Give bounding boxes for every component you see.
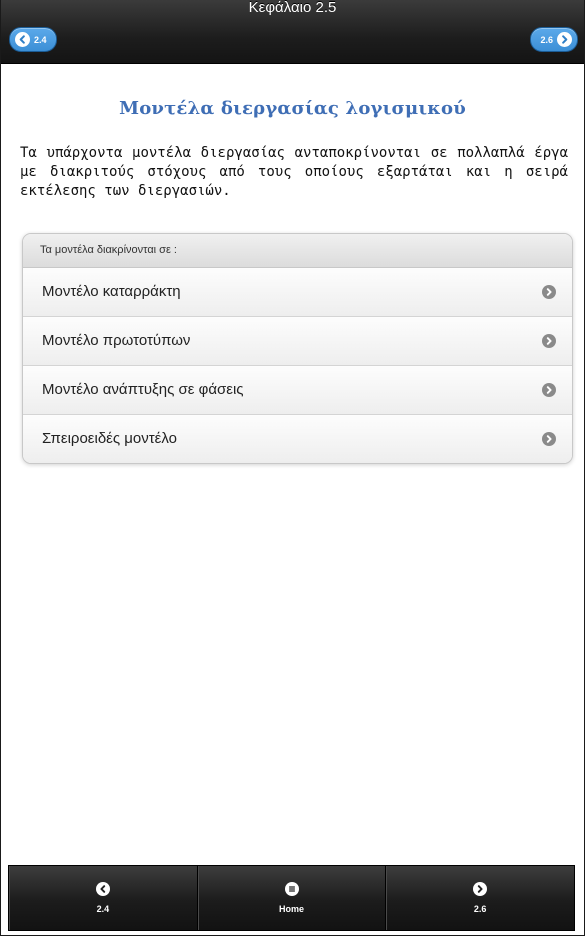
chevron-right-icon (542, 432, 556, 446)
menu-icon (284, 882, 299, 896)
footer-prev-button[interactable]: 2.4 (9, 866, 198, 930)
header-bar: 2.4 Κεφάλαιο 2.5 2.6 (1, 0, 584, 64)
chevron-right-icon (542, 285, 556, 299)
next-chapter-label: 2.6 (540, 34, 553, 45)
footer-next-button[interactable]: 2.6 (386, 866, 574, 930)
chevron-right-icon (542, 383, 556, 397)
footer-next-label: 2.6 (473, 904, 487, 914)
list-item-spiral[interactable]: Σπειροειδές μοντέλο (23, 415, 572, 463)
footer-home-button[interactable]: Home (198, 866, 387, 930)
chevron-right-icon (557, 32, 572, 47)
list-item-label: Μοντέλο ανάπτυξης σε φάσεις (42, 381, 244, 398)
section-heading: Μοντέλα διεργασίας λογισμικού (119, 98, 466, 119)
chevron-left-icon (95, 882, 110, 896)
models-list: Τα μοντέλα διακρίνονται σε : Μοντέλο κατ… (22, 233, 573, 464)
list-item-label: Μοντέλο πρωτοτύπων (42, 332, 191, 349)
list-divider: Τα μοντέλα διακρίνονται σε : (23, 234, 572, 268)
app-frame: 2.4 Κεφάλαιο 2.5 2.6 Μοντέλα διεργασίας … (0, 0, 585, 936)
footer-home-label: Home (279, 904, 305, 914)
footer-navbar: 2.4 Home 2.6 (8, 865, 575, 931)
list-item-prototyping[interactable]: Μοντέλο πρωτοτύπων (23, 317, 572, 366)
chevron-right-icon (542, 334, 556, 348)
list-item-label: Μοντέλο καταρράκτη (42, 283, 181, 300)
chevron-right-icon (473, 882, 488, 896)
list-item-incremental[interactable]: Μοντέλο ανάπτυξης σε φάσεις (23, 366, 572, 415)
intro-paragraph: Τα υπάρχοντα μοντέλα διεργασίας ανταποκρ… (20, 145, 568, 199)
list-item-label: Σπειροειδές μοντέλο (42, 430, 177, 447)
list-item-waterfall[interactable]: Μοντέλο καταρράκτη (23, 268, 572, 317)
next-chapter-button[interactable]: 2.6 (530, 27, 578, 52)
footer-prev-label: 2.4 (96, 904, 110, 914)
page-title: Κεφάλαιο 2.5 (248, 0, 337, 16)
